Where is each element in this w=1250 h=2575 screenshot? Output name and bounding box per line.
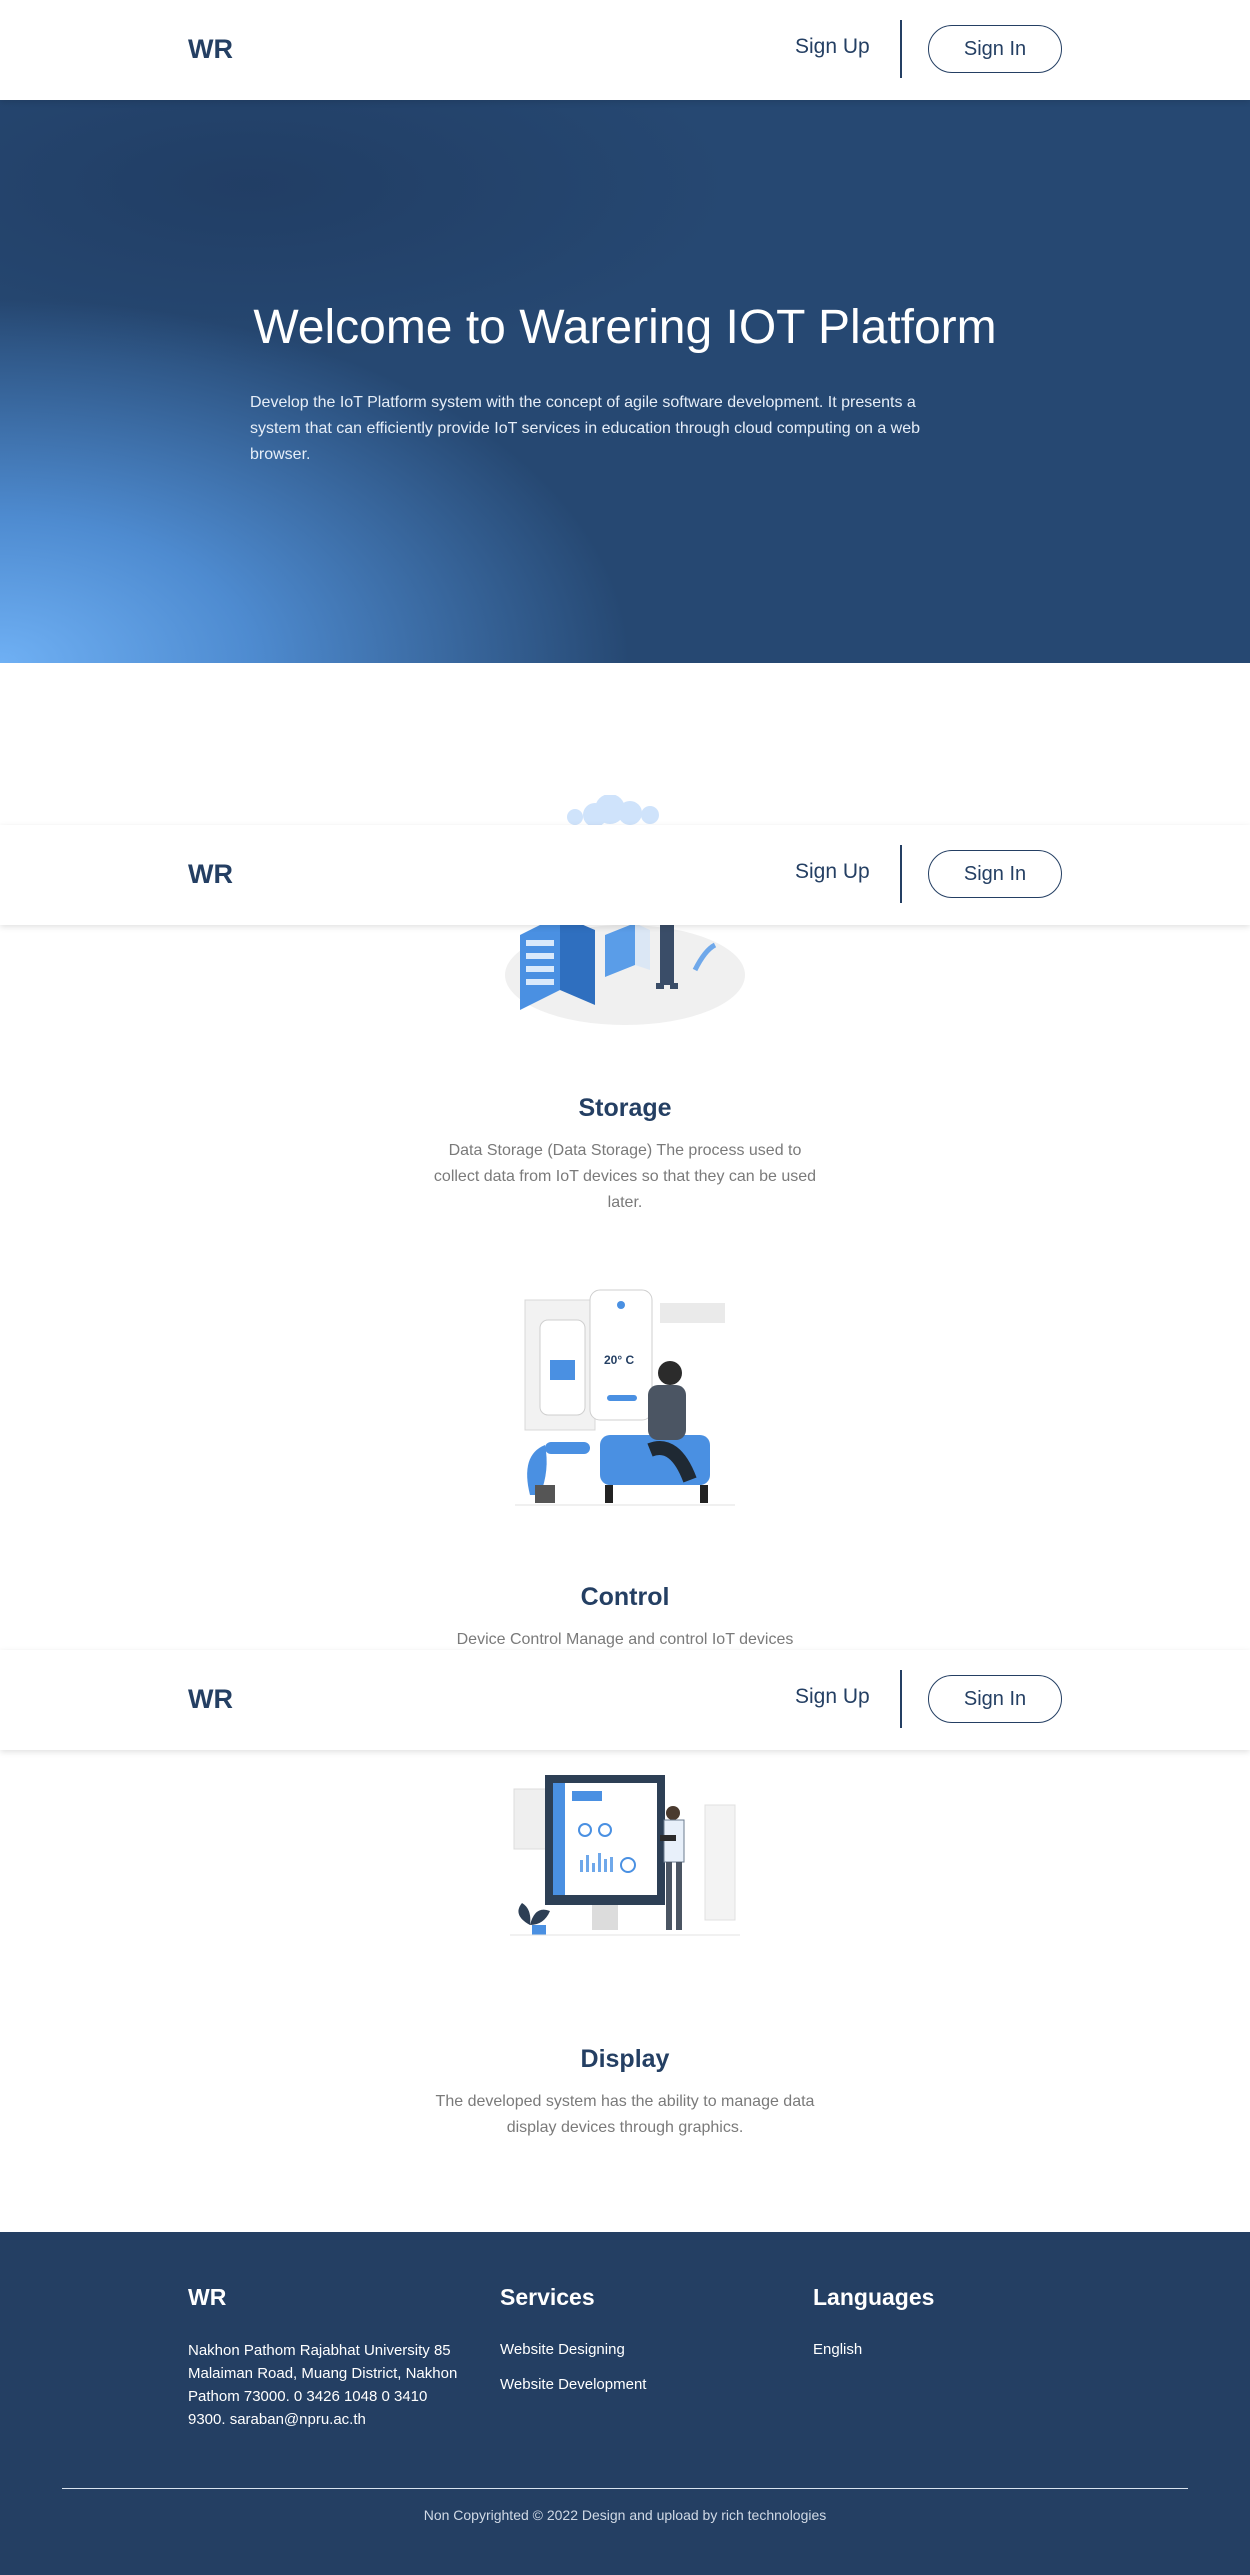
sign-in-button[interactable]: Sign In <box>928 1675 1062 1723</box>
sign-in-button[interactable]: Sign In <box>928 25 1062 73</box>
footer-services-title: Services <box>500 2284 595 2310</box>
footer-copyright: Non Copyrighted © 2022 Design and upload… <box>423 2507 827 2523</box>
footer-logo: WR <box>188 2284 227 2310</box>
logo[interactable]: WR <box>188 859 233 890</box>
sign-up-link[interactable]: Sign Up <box>795 1685 870 1709</box>
footer-divider <box>62 2488 1188 2489</box>
display-illustration <box>510 1775 740 1936</box>
footer: WR Nakhon Pathom Rajabhat University 85 … <box>0 2232 1250 2575</box>
top-navbar: WR Sign Up Sign In <box>0 0 1250 100</box>
logo[interactable]: WR <box>188 34 233 65</box>
footer-link-english[interactable]: English <box>813 2341 934 2358</box>
sticky-navbar: WR Sign Up Sign In <box>0 825 1250 925</box>
sign-up-link[interactable]: Sign Up <box>795 35 870 59</box>
nav-divider <box>900 1670 902 1728</box>
footer-about: WR Nakhon Pathom Rajabhat University 85 … <box>188 2284 468 2431</box>
sticky-navbar: WR Sign Up Sign In <box>0 1650 1250 1750</box>
hero-title: Welcome to Warering IOT Platform <box>253 301 997 354</box>
footer-languages: Languages English <box>813 2284 934 2358</box>
logo[interactable]: WR <box>188 1684 233 1715</box>
sign-in-button[interactable]: Sign In <box>928 850 1062 898</box>
footer-address: Nakhon Pathom Rajabhat University 85 Mal… <box>188 2342 458 2428</box>
footer-link-website-development[interactable]: Website Development <box>500 2376 646 2393</box>
footer-link-website-designing[interactable]: Website Designing <box>500 2341 646 2358</box>
nav-divider <box>900 20 902 78</box>
footer-languages-title: Languages <box>813 2284 935 2310</box>
footer-services: Services Website Designing Website Devel… <box>500 2284 646 2393</box>
nav-divider <box>900 845 902 903</box>
feature-desc-display: The developed system has the ability to … <box>435 2093 815 2136</box>
control-illustration: 20° C <box>515 1289 735 1506</box>
feature-title-storage: Storage <box>578 1094 672 1122</box>
hero-description: Develop the IoT Platform system with the… <box>250 394 921 463</box>
feature-title-control: Control <box>580 1583 670 1611</box>
feature-desc-storage: Data Storage (Data Storage) The process … <box>433 1142 817 1211</box>
temperature-readout: 20° C <box>604 1353 634 1367</box>
feature-title-display: Display <box>580 2045 670 2073</box>
hero-banner: Welcome to Warering IOT Platform Develop… <box>0 100 1250 663</box>
sign-up-link[interactable]: Sign Up <box>795 860 870 884</box>
